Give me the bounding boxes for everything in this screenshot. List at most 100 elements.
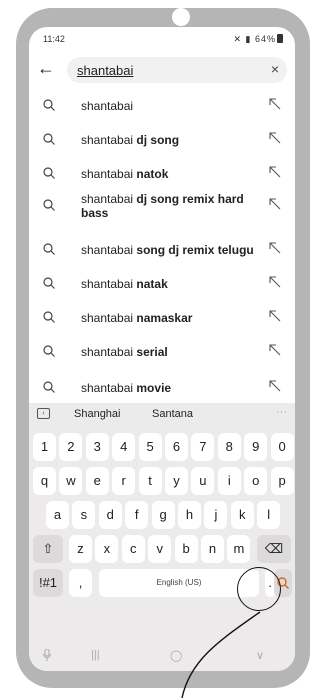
suggestion-item[interactable]: shantabai serial: [29, 335, 295, 369]
suggestion-list: shantabai shantabai dj song shantabai nat…: [29, 89, 295, 397]
search-icon: [43, 277, 55, 289]
navigation-bar: ||| ◯ ∨: [29, 637, 295, 671]
key-l[interactable]: l: [257, 501, 281, 529]
suggestion-item[interactable]: shantabai natak: [29, 267, 295, 301]
fill-query-arrow-icon[interactable]: [269, 132, 281, 144]
mic-icon[interactable]: [43, 648, 51, 664]
search-icon: [43, 243, 55, 255]
suggestion-label: shantabai song dj remix telugu: [81, 243, 254, 257]
more-options-icon[interactable]: ···: [276, 406, 287, 418]
key-u[interactable]: u: [191, 467, 215, 495]
highlight-circle: [237, 567, 281, 611]
suggestion-label: shantabai natak: [81, 277, 168, 291]
key-g[interactable]: g: [151, 501, 175, 529]
suggestion-item[interactable]: shantabai dj song remix hard bass: [29, 189, 295, 223]
fill-query-arrow-icon[interactable]: [269, 242, 281, 254]
key-n[interactable]: n: [201, 535, 224, 563]
suggestion-item[interactable]: shantabai: [29, 89, 295, 123]
suggestion-item[interactable]: shantabai movie: [29, 371, 295, 397]
recents-icon[interactable]: |||: [91, 649, 100, 661]
battery-icon: [277, 34, 283, 43]
status-bar: 11:42 ✕ ▮ 64%: [29, 27, 295, 49]
suggestion-item[interactable]: shantabai natok: [29, 157, 295, 191]
comma-key[interactable]: ,: [69, 569, 92, 597]
key-1[interactable]: 1: [33, 433, 56, 461]
fill-query-arrow-icon[interactable]: [269, 166, 281, 178]
key-5[interactable]: 5: [138, 433, 162, 461]
key-6[interactable]: 6: [165, 433, 188, 461]
key-z[interactable]: z: [69, 535, 92, 563]
suggestion-label: shantabai dj song: [81, 133, 180, 147]
key-o[interactable]: o: [244, 467, 268, 495]
suggestion-label: shantabai natok: [81, 167, 169, 181]
prediction-bar: ‹ Shanghai Santana ···: [29, 403, 295, 425]
suggestion-label: shantabai serial: [81, 345, 168, 359]
key-j[interactable]: j: [204, 501, 228, 529]
fill-query-arrow-icon[interactable]: [269, 98, 281, 110]
front-camera: [172, 8, 190, 26]
keyboard: ‹ Shanghai Santana ··· 1234567890 qwertyu…: [29, 403, 295, 671]
battery-percentage: 64%: [254, 34, 276, 44]
key-4[interactable]: 4: [112, 433, 136, 461]
key-e[interactable]: e: [85, 467, 109, 495]
key-0[interactable]: 0: [270, 433, 294, 461]
clear-icon[interactable]: ×: [271, 61, 279, 77]
prediction-1[interactable]: Shanghai: [74, 408, 121, 420]
key-d[interactable]: d: [98, 501, 122, 529]
key-9[interactable]: 9: [244, 433, 268, 461]
keyboard-toolbar-icon[interactable]: ‹: [37, 408, 50, 419]
key-i[interactable]: i: [217, 467, 241, 495]
space-key[interactable]: English (US): [99, 569, 259, 597]
suggestion-label: shantabai: [81, 99, 134, 113]
status-icons: ✕ ▮ 64%: [233, 34, 283, 45]
key-3[interactable]: 3: [85, 433, 109, 461]
key-h[interactable]: h: [178, 501, 201, 529]
key-2[interactable]: 2: [59, 433, 83, 461]
key-8[interactable]: 8: [217, 433, 241, 461]
fill-query-arrow-icon[interactable]: [269, 198, 281, 210]
search-icon: [43, 199, 55, 211]
mute-icon: ✕: [233, 34, 242, 44]
suggestion-item[interactable]: shantabai dj song: [29, 123, 295, 157]
search-icon: [43, 381, 55, 393]
fill-query-arrow-icon[interactable]: [269, 380, 281, 392]
search-icon: [43, 311, 55, 323]
key-x[interactable]: x: [95, 535, 119, 563]
status-time: 11:42: [43, 34, 65, 44]
key-r[interactable]: r: [112, 467, 136, 495]
fill-query-arrow-icon[interactable]: [269, 276, 281, 288]
search-icon: [43, 345, 55, 357]
key-c[interactable]: c: [121, 535, 145, 563]
key-w[interactable]: w: [59, 467, 83, 495]
key-p[interactable]: p: [270, 467, 294, 495]
search-bar: ← shantabai ×: [29, 55, 295, 87]
search-input[interactable]: shantabai ×: [67, 57, 287, 83]
suggestion-item[interactable]: shantabai namaskar: [29, 301, 295, 335]
home-icon[interactable]: ◯: [170, 649, 182, 662]
key-a[interactable]: a: [46, 501, 69, 529]
back-arrow-icon[interactable]: ←: [37, 58, 55, 79]
key-s[interactable]: s: [72, 501, 96, 529]
suggestion-label: shantabai namaskar: [81, 311, 193, 325]
search-icon: [43, 133, 55, 145]
key-7[interactable]: 7: [191, 433, 215, 461]
key-t[interactable]: t: [138, 467, 162, 495]
key-y[interactable]: y: [165, 467, 188, 495]
prediction-2[interactable]: Santana: [152, 408, 193, 420]
shift-key[interactable]: ⇧: [33, 535, 63, 563]
key-q[interactable]: q: [33, 467, 56, 495]
key-k[interactable]: k: [230, 501, 254, 529]
key-m[interactable]: m: [227, 535, 251, 563]
fill-query-arrow-icon[interactable]: [269, 310, 281, 322]
key-f[interactable]: f: [125, 501, 149, 529]
suggestion-item[interactable]: shantabai song dj remix telugu: [29, 233, 295, 267]
key-b[interactable]: b: [174, 535, 198, 563]
suggestion-label: shantabai movie: [81, 381, 172, 395]
search-query-text[interactable]: shantabai: [77, 63, 133, 78]
hide-keyboard-icon[interactable]: ∨: [256, 649, 264, 662]
symbols-key[interactable]: !#1: [33, 569, 63, 597]
key-v[interactable]: v: [148, 535, 172, 563]
signal-icon: ▮: [245, 34, 252, 44]
fill-query-arrow-icon[interactable]: [269, 344, 281, 356]
backspace-key[interactable]: ⌫: [257, 535, 291, 563]
